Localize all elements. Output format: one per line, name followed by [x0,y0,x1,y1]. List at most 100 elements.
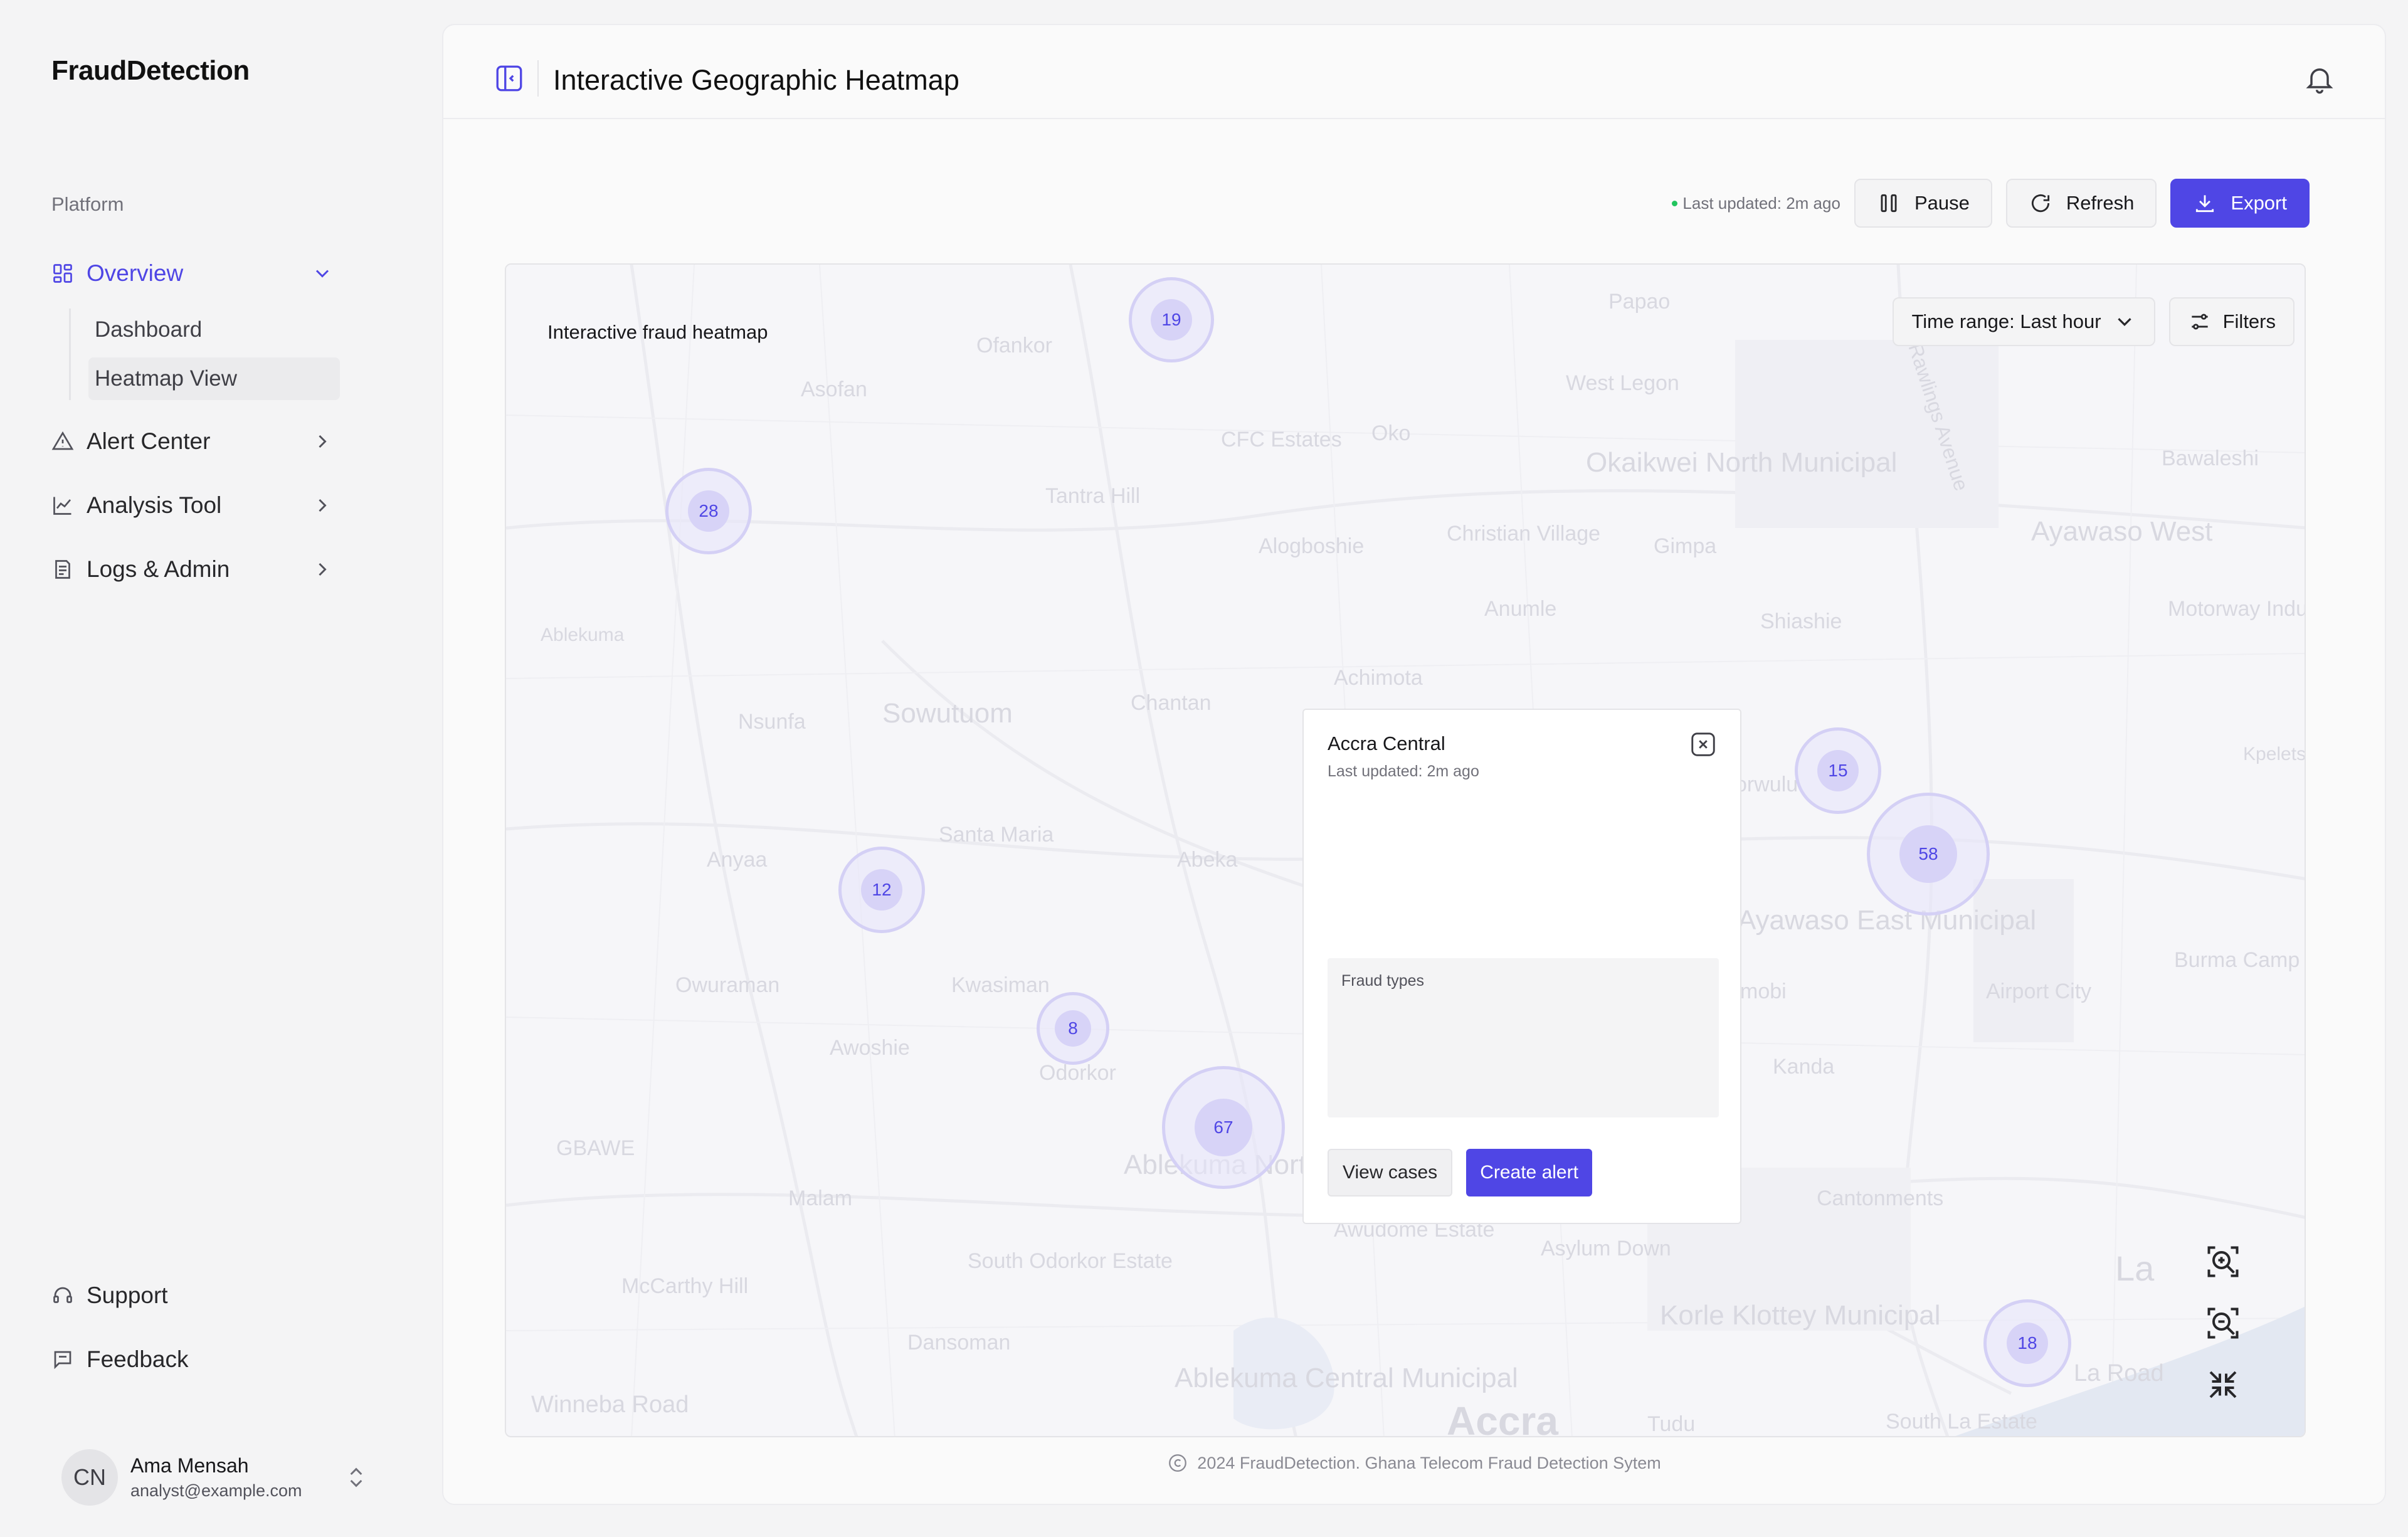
fraud-cluster[interactable]: 15 [1795,727,1881,814]
map-place: Burma Camp [2174,948,2300,972]
top-bar: Interactive Geographic Heatmap [443,25,2385,119]
filters-label: Filters [2222,310,2276,332]
sidebar-item-label: Feedback [87,1346,189,1372]
popup-title: Accra Central [1328,732,1445,754]
map-place: Korle Klottey Municipal [1660,1300,1941,1331]
time-range-label: Time range: Last hour [1911,310,2101,332]
export-label: Export [2231,192,2287,214]
sidebar-toggle-icon[interactable] [494,63,525,94]
fraud-cluster[interactable]: 58 [1867,793,1990,916]
map-place: Oko [1371,421,1410,445]
map-place: West Legon [1566,371,1679,395]
map-place: Achimota [1334,666,1423,690]
cluster-count: 15 [1817,750,1859,791]
map-place: La [2115,1249,2155,1288]
cluster-count: 8 [1055,1010,1091,1047]
fraud-cluster[interactable]: 28 [665,468,752,554]
message-icon [51,1348,74,1371]
map-place: Santa Maria [939,823,1054,847]
map-place: Dansoman [907,1331,1010,1355]
map-place: Abeka [1177,848,1237,872]
fraud-cluster[interactable]: 19 [1129,277,1214,362]
map-place: Bawaleshi [2162,446,2259,470]
fraud-cluster[interactable]: 12 [838,847,925,933]
sidebar-subitem-dashboard[interactable]: Dashboard [88,309,340,351]
page-title: Interactive Geographic Heatmap [553,64,959,96]
map-place: orwulu [1735,773,1798,796]
sidebar-item-label: Logs & Admin [87,556,230,582]
cluster-count: 19 [1151,299,1192,341]
export-button[interactable]: Export [2170,179,2310,228]
map-place: Asylum Down [1541,1237,1671,1260]
sidebar-item-logs-admin[interactable]: Logs & Admin [51,547,340,592]
main-content: Interactive Geographic Heatmap Last upda… [442,24,2386,1505]
document-icon [51,558,74,581]
cluster-count: 58 [1899,825,1957,883]
footer: 2024 FraudDetection. Ghana Telecom Fraud… [443,1452,2385,1474]
map-place: CFC Estates [1221,428,1342,452]
sidebar-item-label: Support [87,1282,168,1308]
map-place: La Road [2074,1360,2164,1386]
avatar: CN [61,1449,118,1506]
cluster-count: 12 [861,869,902,911]
map-place: McCarthy Hill [621,1274,748,1298]
sidebar-item-support[interactable]: Support [51,1273,340,1318]
pause-label: Pause [1914,192,1970,214]
fraud-cluster[interactable]: 8 [1037,992,1109,1065]
refresh-button[interactable]: Refresh [2005,179,2157,228]
view-cases-button[interactable]: View cases [1328,1149,1453,1196]
collapse-view-button[interactable] [2204,1366,2242,1403]
headset-icon [51,1284,74,1307]
map-place: South La Estate [1886,1410,2037,1434]
map-place: Cantonments [1817,1186,1943,1210]
map-place: Okaikwei North Municipal [1586,447,1897,478]
refresh-icon [2031,194,2049,213]
map-place: Ofankor [976,334,1052,357]
sidebar-item-feedback[interactable]: Feedback [51,1337,340,1382]
sidebar-item-overview[interactable]: Overview [51,251,340,296]
heatmap-toolbar: Last updated: 2m ago Pause Refresh Expor… [1672,178,2310,228]
user-name: Ama Mensah [130,1454,249,1477]
fraud-types-label: Fraud types [1341,972,1425,990]
zoom-in-icon [2207,1246,2239,1277]
map-place: Awoshie [830,1036,910,1060]
sidebar-item-alert-center[interactable]: Alert Center [51,419,340,464]
footer-text: 2024 FraudDetection. Ghana Telecom Fraud… [1197,1453,1661,1472]
copyright-icon [1169,1454,1187,1472]
sidebar-subitem-heatmap-view[interactable]: Heatmap View [88,357,340,400]
zoom-in-button[interactable] [2204,1243,2242,1281]
heatmap-map[interactable]: Papao Ofankor Asofan CFC Estates Oko Wes… [505,263,2306,1437]
sidebar-bottom-nav: Support Feedback [51,1273,340,1401]
map-place: Sowutuom [882,698,1013,729]
sidebar-item-analysis-tool[interactable]: Analysis Tool [51,483,340,528]
map-place: GBAWE [556,1136,635,1160]
map-place: Kwasiman [951,973,1050,997]
bell-icon[interactable] [2303,63,2336,95]
chevron-right-icon [319,563,327,576]
section-label: Platform [51,193,124,215]
zoom-out-button[interactable] [2204,1304,2242,1342]
user-menu[interactable]: CN Ama Mensah analyst@example.com [61,1446,375,1509]
line-chart-icon [51,494,74,517]
fraud-cluster[interactable]: 67 [1162,1066,1285,1189]
pause-icon [1881,194,1897,213]
time-range-select[interactable]: Time range: Last hour [1893,297,2155,346]
map-title: Interactive fraud heatmap [547,321,768,343]
map-place: Winneba Road [531,1392,689,1418]
map-place: Nsunfa [738,710,806,734]
fraud-types-panel: Fraud types [1328,958,1719,1117]
chevron-down-icon [2117,318,2131,326]
brand-logo[interactable]: FraudDetection [51,55,250,87]
map-place: Ablekuma [541,625,625,645]
zoom-tools [2204,1243,2242,1427]
create-alert-button[interactable]: Create alert [1466,1149,1592,1196]
fraud-cluster[interactable]: 18 [1983,1299,2071,1387]
user-email: analyst@example.com [130,1481,302,1500]
region-detail-popup: Accra Central Last updated: 2m ago Fraud… [1302,709,1741,1224]
map-place: Motorway Indust [2168,597,2306,621]
filters-button[interactable]: Filters [2168,297,2294,346]
map-place: mobi [1740,980,1787,1003]
close-icon[interactable] [1689,730,1718,759]
map-place: Asofan [801,378,867,401]
pause-button[interactable]: Pause [1854,179,1992,228]
